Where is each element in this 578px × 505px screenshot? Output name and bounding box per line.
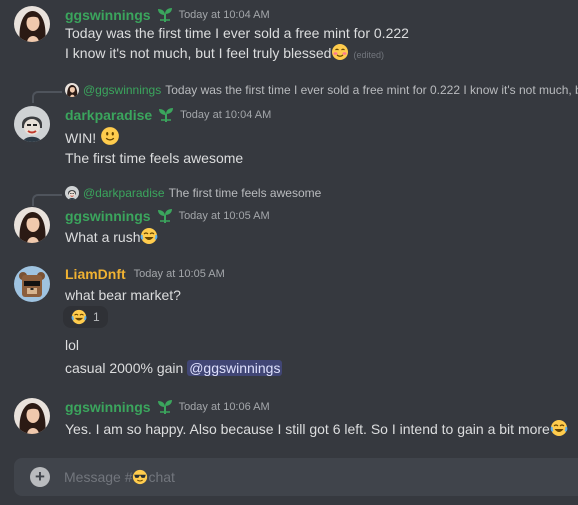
slightly-smiling-face-icon (100, 126, 120, 146)
reply-preview[interactable]: @darkparadise The first time feels aweso… (65, 186, 321, 200)
smiling-face-icon (331, 43, 349, 61)
message-line: The first time feels awesome (65, 150, 244, 166)
reply-author[interactable]: @ggswinnings (83, 83, 161, 97)
message-line: Yes. I am so happy. Also because I still… (65, 419, 568, 438)
message-text: casual 2000% gain (65, 360, 184, 376)
message-line: WIN! (65, 126, 120, 147)
joy-emoji-icon (140, 227, 158, 245)
message-line: lol (65, 337, 80, 353)
sprout-badge-icon (156, 207, 174, 225)
avatar-ggswinnings[interactable] (14, 398, 50, 434)
reaction-pill[interactable]: 1 (63, 306, 108, 328)
reply-spine (32, 91, 62, 103)
username[interactable]: ggswinnings (65, 399, 151, 415)
username[interactable]: ggswinnings (65, 208, 151, 224)
avatar-mini (65, 186, 79, 200)
message-line: casual 2000% gain @ggswinnings (65, 359, 283, 377)
sprout-badge-icon (157, 106, 175, 124)
message-line: what bear market? (65, 287, 181, 303)
user-mention[interactable]: @ggswinnings (187, 360, 283, 376)
avatar-ggswinnings[interactable] (14, 6, 50, 42)
sunglasses-emoji-icon (132, 469, 148, 485)
avatar-liamdnft[interactable] (14, 266, 50, 302)
avatar-darkparadise[interactable] (14, 106, 50, 142)
message-line: What a rush (65, 227, 158, 246)
placeholder-suffix: chat (148, 469, 175, 485)
sprout-badge-icon (156, 6, 174, 24)
joy-emoji-icon (71, 309, 87, 325)
timestamp: Today at 10:05 AM (178, 210, 270, 222)
message-composer[interactable]: + Message # chat (14, 458, 578, 496)
reply-text: Today was the first time I ever sold a f… (165, 83, 578, 97)
reply-spine (32, 194, 62, 206)
username[interactable]: LiamDnft (65, 266, 126, 282)
message-line: Today was the first time I ever sold a f… (65, 25, 409, 41)
reaction-count: 1 (93, 310, 100, 324)
avatar-mini (65, 83, 79, 97)
timestamp: Today at 10:04 AM (178, 9, 270, 21)
timestamp: Today at 10:06 AM (178, 401, 270, 413)
reply-author[interactable]: @darkparadise (83, 186, 165, 200)
message-input-placeholder[interactable]: Message # chat (64, 469, 175, 485)
message-text: WIN! (65, 130, 97, 146)
reply-preview[interactable]: @ggswinnings Today was the first time I … (65, 83, 578, 97)
add-attachment-icon[interactable]: + (30, 467, 50, 487)
avatar-ggswinnings[interactable] (14, 207, 50, 243)
edited-label: (edited) (353, 50, 384, 60)
message-text: Yes. I am so happy. Also because I still… (65, 421, 550, 437)
username[interactable]: darkparadise (65, 107, 152, 123)
timestamp: Today at 10:05 AM (133, 268, 225, 280)
reply-text: The first time feels awesome (168, 186, 322, 200)
sprout-badge-icon (156, 398, 174, 416)
placeholder-prefix: Message # (64, 469, 133, 485)
message-text: What a rush (65, 229, 141, 245)
message-line: I know it's not much, but I feel truly b… (65, 43, 384, 64)
message-text: I know it's not much, but I feel truly b… (65, 45, 332, 61)
joy-emoji-icon (550, 419, 568, 437)
username[interactable]: ggswinnings (65, 7, 151, 23)
timestamp: Today at 10:04 AM (180, 109, 272, 121)
